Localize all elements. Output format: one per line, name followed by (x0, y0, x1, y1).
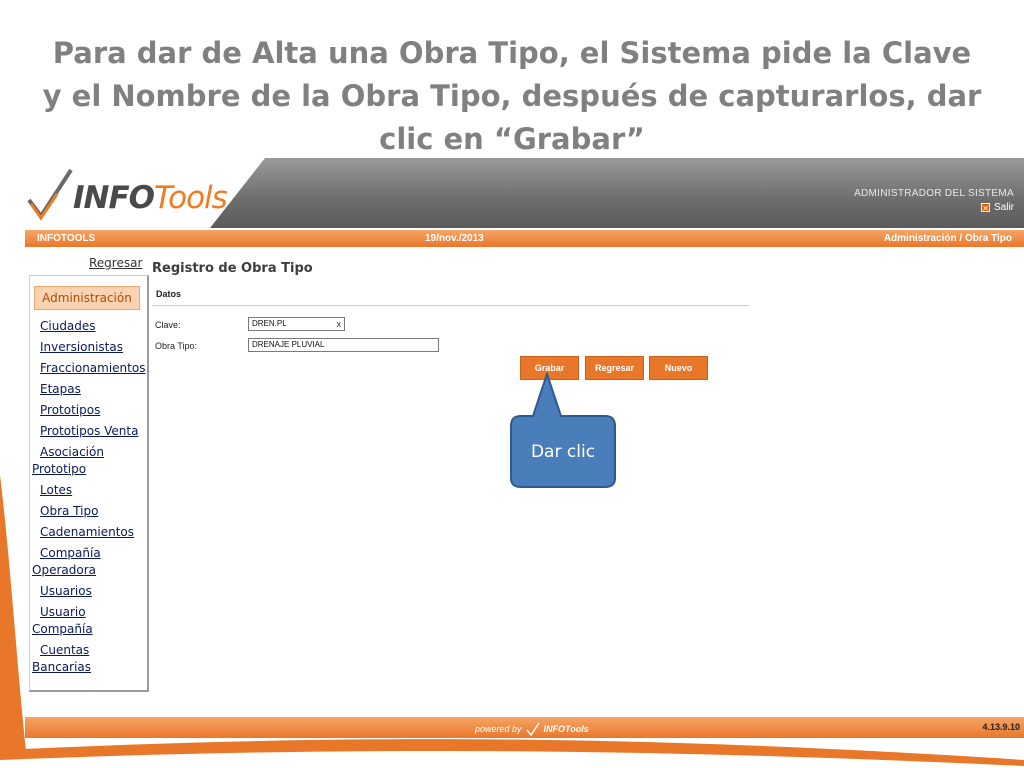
current-date: 19/nov./2013 (425, 233, 484, 244)
clear-icon[interactable]: x (337, 319, 342, 329)
logout-link[interactable]: ✕ Salir (980, 202, 1014, 213)
sidebar-item-cuentas-bancarias[interactable]: Cuentas Bancarias (32, 642, 148, 676)
sidebar-item-compania-operadora[interactable]: Compañía Operadora (32, 545, 148, 579)
sidebar-section-header: Administración (34, 286, 140, 310)
new-button[interactable]: Nuevo (649, 356, 708, 380)
sidebar-item-prototipos[interactable]: Prototipos (32, 402, 148, 419)
obra-tipo-label: Obra Tipo: (155, 341, 198, 351)
section-label: Datos (156, 289, 182, 299)
clave-input[interactable]: DREN.PL x (248, 317, 345, 331)
logout-label: Salir (993, 202, 1014, 213)
section-divider (152, 305, 749, 306)
sidebar-item-prototipos-venta[interactable]: Prototipos Venta (32, 423, 148, 440)
infotools-logo: INFOTools (27, 166, 228, 224)
sidebar-menu: Ciudades Inversionistas Fraccionamientos… (32, 318, 148, 680)
callout-text: Dar clic (530, 442, 596, 462)
app-header: INFOTools ADMINISTRADOR DEL SISTEMA ✕ Sa… (25, 158, 1024, 228)
top-info-bar: INFOTOOLS 19/nov./2013 Administración / … (25, 230, 1024, 247)
logo-text: INFOTools (73, 180, 228, 216)
sidebar: Administración Ciudades Inversionistas F… (29, 275, 149, 692)
obra-tipo-input[interactable]: DRENAJE PLUVIAL (248, 338, 439, 352)
sidebar-item-ciudades[interactable]: Ciudades (32, 318, 148, 335)
sidebar-back-link[interactable]: Regresar (89, 256, 142, 270)
logo-check-icon (27, 168, 73, 221)
sidebar-item-inversionistas[interactable]: Inversionistas (32, 339, 148, 356)
form-title: Registro de Obra Tipo (152, 261, 313, 276)
close-icon: ✕ (980, 203, 990, 213)
sidebar-item-usuarios[interactable]: Usuarios (32, 583, 148, 600)
sidebar-item-cadenamientos[interactable]: Cadenamientos (32, 524, 148, 541)
sidebar-item-usuario-compania[interactable]: Usuario Compañía (32, 604, 148, 638)
sidebar-item-lotes[interactable]: Lotes (32, 482, 148, 499)
app-name: INFOTOOLS (37, 233, 96, 244)
user-role-label: ADMINISTRADOR DEL SISTEMA (854, 188, 1014, 199)
slide-title: Para dar de Alta una Obra Tipo, el Siste… (42, 36, 982, 156)
sidebar-item-fraccionamientos[interactable]: Fraccionamientos (32, 360, 148, 377)
bottom-orange-swoosh (0, 739, 1024, 768)
clave-label: Clave: (155, 320, 181, 330)
sidebar-item-etapas[interactable]: Etapas (32, 381, 148, 398)
breadcrumb: Administración / Obra Tipo (883, 233, 1012, 244)
sidebar-item-obra-tipo[interactable]: Obra Tipo (32, 503, 148, 520)
sidebar-item-asociacion-prototipo[interactable]: Asociación Prototipo (32, 444, 148, 478)
